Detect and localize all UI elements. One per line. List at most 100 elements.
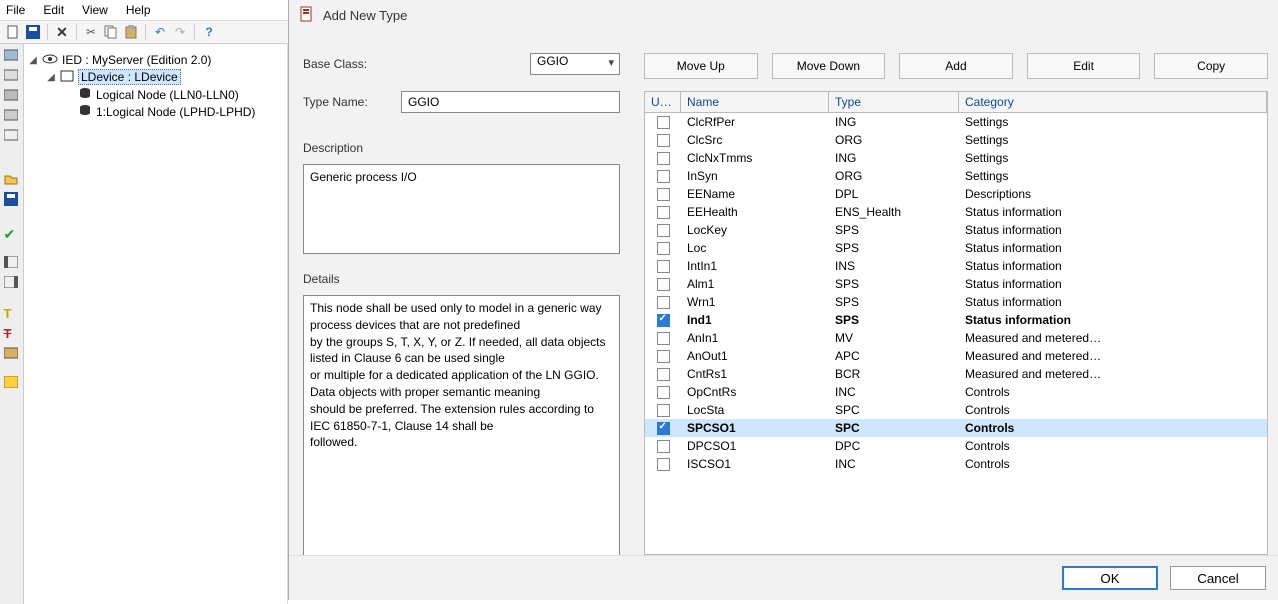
row-checkbox[interactable] <box>657 386 670 399</box>
table-row[interactable]: DPCSO1DPCControls <box>645 437 1267 455</box>
row-checkbox[interactable] <box>657 332 670 345</box>
col-header-type[interactable]: Type <box>829 92 959 112</box>
side-dock-left-icon[interactable] <box>4 256 20 272</box>
help-icon[interactable]: ? <box>200 23 218 41</box>
row-type: ING <box>829 151 959 165</box>
menu-file[interactable]: File <box>6 3 25 17</box>
row-category: Status information <box>959 241 1267 255</box>
cut-icon[interactable]: ✂ <box>82 23 100 41</box>
collapse-icon[interactable]: ◢ <box>28 55 38 66</box>
side-icon-5[interactable] <box>4 128 20 144</box>
table-row[interactable]: ClcNxTmmsINGSettings <box>645 149 1267 167</box>
col-header-name[interactable]: Name <box>681 92 829 112</box>
row-category: Status information <box>959 295 1267 309</box>
row-category: Measured and metered… <box>959 349 1267 363</box>
row-checkbox[interactable] <box>657 440 670 453</box>
edit-button[interactable]: Edit <box>1027 53 1141 79</box>
row-category: Controls <box>959 403 1267 417</box>
table-row[interactable]: Ind1SPSStatus information <box>645 311 1267 329</box>
ok-button[interactable]: OK <box>1062 566 1158 590</box>
row-checkbox[interactable] <box>657 404 670 417</box>
menu-help[interactable]: Help <box>126 3 151 17</box>
side-misc-icon[interactable] <box>4 346 20 362</box>
table-row[interactable]: LocSPSStatus information <box>645 239 1267 257</box>
add-button[interactable]: Add <box>899 53 1013 79</box>
move-down-button[interactable]: Move Down <box>772 53 886 79</box>
copy-button[interactable]: Copy <box>1154 53 1268 79</box>
row-checkbox[interactable] <box>657 170 670 183</box>
table-row[interactable]: IntIn1INSStatus information <box>645 257 1267 275</box>
paste-icon[interactable] <box>122 23 140 41</box>
side-dock-right-icon[interactable] <box>4 276 20 292</box>
cancel-button[interactable]: Cancel <box>1170 566 1266 590</box>
row-checkbox[interactable] <box>657 134 670 147</box>
row-name: InSyn <box>681 169 829 183</box>
tree-ldevice[interactable]: ◢ LDevice : LDevice <box>46 68 283 86</box>
side-icon-4[interactable] <box>4 108 20 124</box>
side-text-off-icon[interactable]: T <box>4 326 20 342</box>
row-type: SPS <box>829 241 959 255</box>
table-row[interactable]: AnOut1APCMeasured and metered… <box>645 347 1267 365</box>
undo-icon[interactable]: ↶ <box>151 23 169 41</box>
row-checkbox[interactable] <box>657 314 670 327</box>
row-checkbox[interactable] <box>657 260 670 273</box>
row-checkbox[interactable] <box>657 350 670 363</box>
data-objects-grid[interactable]: U… Name Type Category ClcRfPerINGSetting… <box>644 91 1268 555</box>
row-checkbox[interactable] <box>657 116 670 129</box>
table-row[interactable]: OpCntRsINCControls <box>645 383 1267 401</box>
table-row[interactable]: CntRs1BCRMeasured and metered… <box>645 365 1267 383</box>
side-icon-3[interactable] <box>4 88 20 104</box>
copy-icon[interactable] <box>102 23 120 41</box>
table-row[interactable]: ISCSO1INCControls <box>645 455 1267 473</box>
table-row[interactable]: LocStaSPCControls <box>645 401 1267 419</box>
tree-node-lphd[interactable]: 1:Logical Node (LPHD-LPHD) <box>64 103 283 120</box>
table-row[interactable]: EEHealthENS_HealthStatus information <box>645 203 1267 221</box>
table-row[interactable]: Alm1SPSStatus information <box>645 275 1267 293</box>
row-checkbox[interactable] <box>657 278 670 291</box>
menu-view[interactable]: View <box>82 3 108 17</box>
row-checkbox[interactable] <box>657 242 670 255</box>
side-highlight-icon[interactable] <box>4 376 20 392</box>
row-type: SPS <box>829 223 959 237</box>
move-up-button[interactable]: Move Up <box>644 53 758 79</box>
side-check-icon[interactable]: ✔ <box>4 226 20 242</box>
details-textarea[interactable]: This node shall be used only to model in… <box>303 295 620 555</box>
col-header-category[interactable]: Category <box>959 92 1267 112</box>
row-name: Ind1 <box>681 313 829 327</box>
table-row[interactable]: AnIn1MVMeasured and metered… <box>645 329 1267 347</box>
menu-edit[interactable]: Edit <box>43 3 64 17</box>
tree-root[interactable]: ◢ IED : MyServer (Edition 2.0) <box>28 52 283 68</box>
side-icon-1[interactable] <box>4 48 20 64</box>
table-row[interactable]: SPCSO1SPCControls <box>645 419 1267 437</box>
table-row[interactable]: Wrn1SPSStatus information <box>645 293 1267 311</box>
col-header-use[interactable]: U… <box>645 92 681 112</box>
row-type: INC <box>829 385 959 399</box>
row-checkbox[interactable] <box>657 224 670 237</box>
row-checkbox[interactable] <box>657 368 670 381</box>
new-icon[interactable] <box>4 23 22 41</box>
table-row[interactable]: ClcSrcORGSettings <box>645 131 1267 149</box>
redo-icon[interactable]: ↷ <box>171 23 189 41</box>
row-checkbox[interactable] <box>657 188 670 201</box>
table-row[interactable]: ClcRfPerINGSettings <box>645 113 1267 131</box>
side-icon-2[interactable] <box>4 68 20 84</box>
database-icon <box>78 104 92 119</box>
table-row[interactable]: InSynORGSettings <box>645 167 1267 185</box>
table-row[interactable]: LocKeySPSStatus information <box>645 221 1267 239</box>
save-icon[interactable] <box>24 23 42 41</box>
side-open-icon[interactable] <box>4 172 20 188</box>
base-class-select[interactable]: GGIO <box>530 53 620 75</box>
side-save-icon[interactable] <box>4 192 20 208</box>
description-textarea[interactable]: Generic process I/O <box>303 164 620 254</box>
delete-icon[interactable]: ✕ <box>53 23 71 41</box>
side-text-icon[interactable]: T <box>4 306 20 322</box>
row-checkbox[interactable] <box>657 152 670 165</box>
row-checkbox[interactable] <box>657 206 670 219</box>
row-checkbox[interactable] <box>657 422 670 435</box>
row-checkbox[interactable] <box>657 296 670 309</box>
tree-node-lln0[interactable]: Logical Node (LLN0-LLN0) <box>64 86 283 103</box>
row-checkbox[interactable] <box>657 458 670 471</box>
type-name-input[interactable] <box>401 91 620 113</box>
table-row[interactable]: EENameDPLDescriptions <box>645 185 1267 203</box>
collapse-icon[interactable]: ◢ <box>46 72 56 83</box>
